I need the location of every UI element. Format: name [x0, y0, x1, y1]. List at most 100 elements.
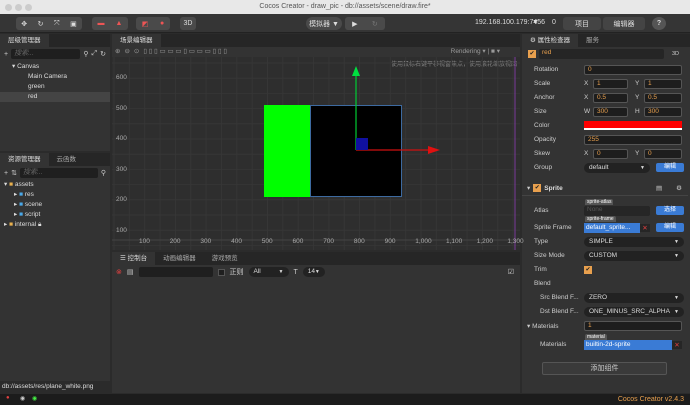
scale-y-input[interactable]: 1	[644, 78, 682, 89]
close-window-button[interactable]	[5, 3, 12, 11]
trim-checkbox[interactable]: ✔	[584, 265, 592, 274]
simulator-select[interactable]: 模拟器 ▼	[306, 17, 342, 30]
rotate-icon[interactable]: ↻	[38, 20, 44, 28]
asset-res[interactable]: ▸ ■ res	[4, 190, 110, 200]
move-icon[interactable]: ✥	[21, 20, 27, 28]
snap-icon[interactable]: ◩	[142, 20, 149, 28]
sort-icon[interactable]: ⇅	[11, 169, 17, 177]
tree-node-green[interactable]: green	[4, 82, 110, 92]
tab-animation[interactable]: 动画编辑器	[155, 252, 204, 265]
transform-gizmo[interactable]	[340, 62, 450, 157]
tree-node-red[interactable]: red	[0, 92, 110, 102]
add-icon[interactable]: +	[4, 51, 8, 58]
atlas-select-button[interactable]: 选择	[656, 206, 684, 216]
asset-internal[interactable]: ▸ ■ internal 🔒︎	[4, 220, 110, 230]
expand-icon[interactable]: ⤢	[92, 50, 98, 58]
tab-console[interactable]: ☰ 控制台	[112, 252, 156, 265]
size-w-input[interactable]: 300	[593, 106, 628, 117]
materials-count-input[interactable]: 1	[584, 320, 682, 331]
play-controls[interactable]: ▶ ↻	[345, 17, 385, 30]
anchor-x-input[interactable]: 0.5	[593, 92, 628, 103]
asset-scene[interactable]: ▸ ■ scene	[4, 200, 110, 210]
node-name-input[interactable]: red	[539, 48, 664, 59]
zoom-in-icon[interactable]: ⊕	[115, 47, 120, 57]
remove-icon[interactable]: ✕	[672, 340, 682, 349]
refresh-icon[interactable]: ↻	[100, 50, 106, 58]
help-doc-icon[interactable]: ▤	[656, 184, 662, 192]
console-filter-input[interactable]	[138, 267, 213, 277]
align-icons[interactable]: ▯ ▯ ▯ ▭ ▭ ▭ ▯ ▭ ▭ ▭ ▯ ▯ ▯	[143, 47, 227, 57]
local-icon[interactable]: ▲	[116, 20, 123, 27]
remove-icon[interactable]: ✕	[640, 223, 650, 232]
sprite-frame-edit-button[interactable]: 编辑	[656, 223, 684, 233]
help-button[interactable]: ?	[652, 17, 666, 30]
tab-hierarchy[interactable]: 层级管理器	[0, 34, 49, 47]
tree-node-main-camera[interactable]: Main Camera	[4, 72, 110, 82]
settings-icon[interactable]: ⚙	[676, 184, 682, 192]
pivot-tools[interactable]: ▬ ▲	[92, 17, 128, 30]
level-select[interactable]: All	[248, 267, 289, 277]
tab-cloud[interactable]: 云函数	[48, 153, 84, 166]
zoom-window-button[interactable]	[25, 3, 32, 11]
atlas-field[interactable]: None	[584, 205, 650, 216]
refresh-icon[interactable]: ↻	[372, 20, 378, 28]
rendering-select[interactable]: Rendering ▾ | ■ ▾	[451, 47, 500, 57]
collapse-checkbox[interactable]: ☑	[508, 268, 514, 276]
tree-node-canvas[interactable]: ▾ Canvas	[4, 62, 110, 72]
tab-game-preview[interactable]: 游戏预览	[203, 252, 246, 265]
group-select[interactable]: default	[584, 162, 650, 173]
add-component-button[interactable]: 添加组件	[542, 362, 667, 375]
type-select[interactable]: SIMPLE	[584, 236, 684, 247]
size-mode-select[interactable]: CUSTOM	[584, 250, 684, 261]
clear-icon[interactable]: ⊗	[116, 268, 122, 276]
scale-icon[interactable]: ⤧	[54, 20, 60, 28]
regex-checkbox[interactable]	[217, 268, 225, 276]
minimize-window-button[interactable]	[15, 3, 22, 11]
skew-y-input[interactable]: 0	[644, 148, 682, 159]
rect-icon[interactable]: ▣	[70, 20, 77, 28]
rotation-input[interactable]: 0	[584, 64, 682, 75]
search-icon[interactable]: ⚲	[101, 169, 106, 177]
window-title: Cocos Creator - draw_pic - db://assets/s…	[259, 3, 431, 10]
global-icon[interactable]: ●	[160, 20, 164, 27]
green-node[interactable]	[264, 105, 310, 197]
skew-x-input[interactable]: 0	[593, 148, 628, 159]
color-swatch[interactable]	[584, 121, 682, 131]
play-icon[interactable]: ▶	[352, 20, 357, 28]
hierarchy-search-input[interactable]: 搜索...	[11, 49, 81, 59]
group-edit-button[interactable]: 编辑	[656, 163, 684, 173]
assets-search-input[interactable]: 搜索...	[19, 168, 98, 178]
collapse-icon[interactable]: ▾	[527, 184, 530, 192]
sprite-frame-field[interactable]: default_sprite...	[584, 222, 640, 233]
font-size-select[interactable]: 14	[302, 267, 325, 277]
editor-button[interactable]: 编辑器	[603, 17, 645, 30]
zoom-reset-icon[interactable]: ⊙	[134, 47, 139, 57]
src-blend-select[interactable]: ZERO	[584, 292, 684, 303]
tab-services[interactable]: 服务	[578, 34, 608, 47]
materials-toggle[interactable]: ▾ Materials	[527, 322, 584, 330]
sprite-enabled-checkbox[interactable]: ✔	[533, 184, 542, 193]
snap-tools[interactable]: ◩ ●	[136, 17, 170, 30]
file-icon[interactable]: ▤	[127, 268, 134, 276]
search-icon[interactable]: ⚲	[83, 50, 88, 58]
tab-assets[interactable]: 资源管理器	[0, 153, 49, 166]
console-panel: ☰ 控制台 动画编辑器 游戏预览 ⊗ ▤ 正则 All T 14 ☑	[112, 252, 520, 393]
size-h-input[interactable]: 300	[644, 106, 682, 117]
tab-scene[interactable]: 场景编辑器	[112, 34, 161, 47]
asset-script[interactable]: ▸ ■ script	[4, 210, 110, 220]
opacity-input[interactable]: 255	[584, 134, 682, 145]
tab-inspector[interactable]: ⚙ 属性检查器	[522, 34, 579, 47]
3d-toggle[interactable]: 3D	[180, 17, 196, 30]
scale-x-input[interactable]: 1	[593, 78, 628, 89]
dst-blend-select[interactable]: ONE_MINUS_SRC_ALPHA	[584, 306, 684, 317]
asset-assets[interactable]: ▾ ■ assets	[4, 180, 110, 190]
anchor-y-input[interactable]: 0.5	[644, 92, 682, 103]
zoom-out-icon[interactable]: ⊖	[124, 47, 129, 57]
add-icon[interactable]: +	[4, 170, 8, 177]
project-button[interactable]: 项目	[563, 17, 601, 30]
3d-toggle[interactable]: 3D	[672, 51, 679, 57]
material-field[interactable]: builtin-2d-sprite	[584, 339, 672, 350]
pivot-icon[interactable]: ▬	[98, 20, 105, 27]
node-active-checkbox[interactable]: ✔	[528, 49, 536, 58]
transform-tools[interactable]: ✥ ↻ ⤧ ▣	[16, 17, 82, 30]
